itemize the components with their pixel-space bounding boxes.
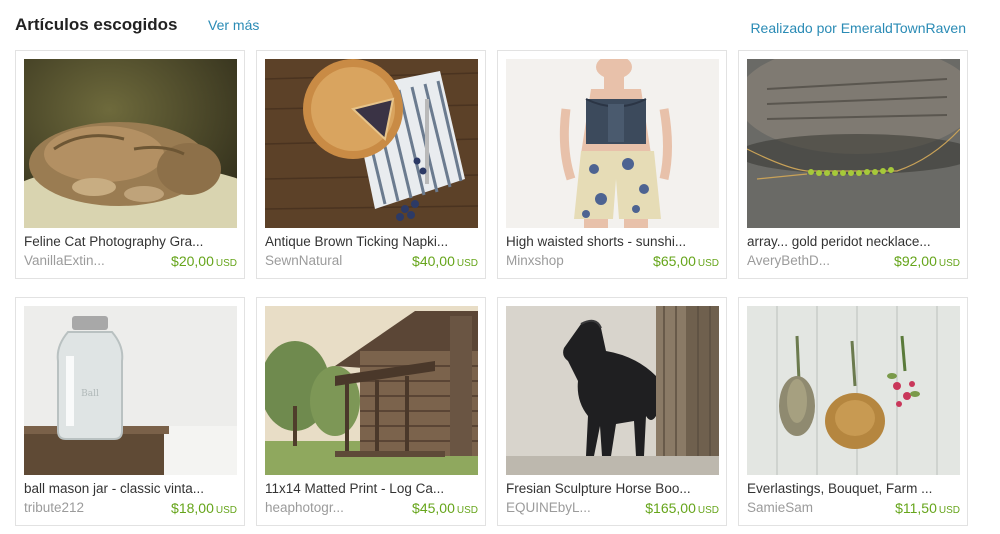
- product-price: $92,00 USD: [894, 253, 960, 269]
- curator-link[interactable]: Realizado por EmeraldTownRaven: [750, 20, 966, 36]
- product-image-napkin[interactable]: [265, 59, 478, 228]
- seller-name[interactable]: SamieSam: [747, 500, 867, 515]
- mason-jar-photo: Ball: [24, 306, 237, 475]
- product-meta: Minxshop $65,00 USD: [506, 253, 719, 271]
- price-amount: $45,00: [412, 500, 455, 516]
- seller-name[interactable]: EQUINEbyL...: [506, 500, 626, 515]
- seller-name[interactable]: VanillaExtin...: [24, 253, 144, 268]
- product-card[interactable]: Everlastings, Bouquet, Farm ... SamieSam…: [738, 297, 968, 526]
- product-price: $20,00 USD: [171, 253, 237, 269]
- product-card[interactable]: Ball ball mason jar - classic vinta... t…: [15, 297, 245, 526]
- seller-name[interactable]: Minxshop: [506, 253, 626, 268]
- product-price: $65,00 USD: [653, 253, 719, 269]
- product-card[interactable]: 11x14 Matted Print - Log Ca... heaphotog…: [256, 297, 486, 526]
- currency-label: USD: [697, 258, 719, 269]
- svg-text:Ball: Ball: [81, 389, 99, 399]
- product-title[interactable]: 11x14 Matted Print - Log Ca...: [265, 481, 478, 496]
- see-more-link[interactable]: Ver más: [208, 17, 259, 33]
- section-header: Artículos escogidos Ver más Realizado po…: [0, 0, 1000, 50]
- product-image-shorts[interactable]: [506, 59, 719, 228]
- product-title[interactable]: array... gold peridot necklace...: [747, 234, 960, 249]
- price-amount: $20,00: [171, 253, 214, 269]
- seller-name[interactable]: SewnNatural: [265, 253, 385, 268]
- product-meta: EQUINEbyL... $165,00 USD: [506, 500, 719, 518]
- horse-bookend-photo: [506, 306, 719, 475]
- product-meta: VanillaExtin... $20,00 USD: [24, 253, 237, 271]
- product-image-cat[interactable]: [24, 59, 237, 228]
- product-price: $18,00 USD: [171, 500, 237, 516]
- product-meta: SewnNatural $40,00 USD: [265, 253, 478, 271]
- product-title[interactable]: ball mason jar - classic vinta...: [24, 481, 237, 496]
- product-card[interactable]: Feline Cat Photography Gra... VanillaExt…: [15, 50, 245, 279]
- currency-label: USD: [697, 505, 719, 516]
- product-image-bouquet[interactable]: [747, 306, 960, 475]
- currency-label: USD: [938, 258, 960, 269]
- section-title: Artículos escogidos: [15, 15, 178, 34]
- price-amount: $11,50: [895, 500, 937, 516]
- product-grid: Feline Cat Photography Gra... VanillaExt…: [15, 50, 968, 526]
- product-image-necklace[interactable]: [747, 59, 960, 228]
- price-amount: $165,00: [645, 500, 696, 516]
- product-title[interactable]: High waisted shorts - sunshi...: [506, 234, 719, 249]
- product-meta: heaphotogr... $45,00 USD: [265, 500, 478, 518]
- product-card[interactable]: Fresian Sculpture Horse Boo... EQUINEbyL…: [497, 297, 727, 526]
- product-price: $165,00 USD: [645, 500, 719, 516]
- product-title[interactable]: Antique Brown Ticking Napki...: [265, 234, 478, 249]
- pie-on-napkin-photo: [265, 59, 478, 228]
- product-price: $45,00 USD: [412, 500, 478, 516]
- currency-label: USD: [938, 505, 960, 516]
- price-amount: $18,00: [171, 500, 214, 516]
- price-amount: $92,00: [894, 253, 937, 269]
- currency-label: USD: [456, 258, 478, 269]
- seller-name[interactable]: tribute212: [24, 500, 144, 515]
- product-title[interactable]: Everlastings, Bouquet, Farm ...: [747, 481, 960, 496]
- peridot-necklace-photo: [747, 59, 960, 228]
- product-image-jar[interactable]: Ball: [24, 306, 237, 475]
- sleeping-cat-photo: [24, 59, 237, 228]
- product-meta: tribute212 $18,00 USD: [24, 500, 237, 518]
- dried-bouquets-photo: [747, 306, 960, 475]
- log-cabin-photo: [265, 306, 478, 475]
- currency-label: USD: [215, 258, 237, 269]
- floral-shorts-photo: [506, 59, 719, 228]
- currency-label: USD: [215, 505, 237, 516]
- currency-label: USD: [456, 505, 478, 516]
- product-image-cabin[interactable]: [265, 306, 478, 475]
- seller-name[interactable]: AveryBethD...: [747, 253, 867, 268]
- product-price: $40,00 USD: [412, 253, 478, 269]
- seller-name[interactable]: heaphotogr...: [265, 500, 385, 515]
- product-title[interactable]: Feline Cat Photography Gra...: [24, 234, 237, 249]
- product-title[interactable]: Fresian Sculpture Horse Boo...: [506, 481, 719, 496]
- price-amount: $65,00: [653, 253, 696, 269]
- price-amount: $40,00: [412, 253, 455, 269]
- product-card[interactable]: High waisted shorts - sunshi... Minxshop…: [497, 50, 727, 279]
- product-price: $11,50 USD: [895, 500, 960, 516]
- product-meta: SamieSam $11,50 USD: [747, 500, 960, 518]
- product-card[interactable]: array... gold peridot necklace... AveryB…: [738, 50, 968, 279]
- product-meta: AveryBethD... $92,00 USD: [747, 253, 960, 271]
- product-card[interactable]: Antique Brown Ticking Napki... SewnNatur…: [256, 50, 486, 279]
- product-image-horse[interactable]: [506, 306, 719, 475]
